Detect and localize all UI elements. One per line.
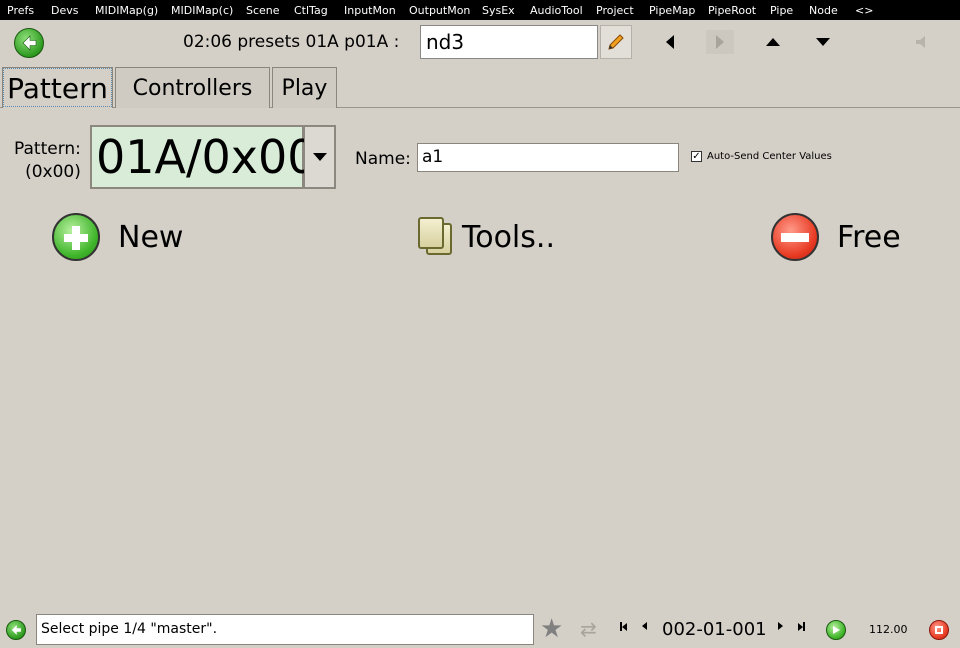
tempo-display: 112.00 [869,623,908,636]
page-title: 02:06 presets 01A p01A : [183,32,400,52]
menu-more[interactable]: <> [855,4,875,17]
tab-bar: Pattern Controllers Play [0,64,960,108]
menu-outputmon[interactable]: OutputMon [409,4,482,17]
skip-to-start-icon[interactable] [620,622,627,631]
down-arrow-icon[interactable] [809,30,837,54]
star-icon[interactable]: ★ [540,616,563,642]
new-label: New [118,219,184,255]
menu-bar: Prefs Devs MIDIMap(g) MIDIMap(c) Scene C… [0,0,960,20]
menu-midimap-c[interactable]: MIDIMap(c) [171,4,246,17]
pencil-icon[interactable] [600,25,632,59]
pattern-name-input[interactable]: a1 [417,143,679,172]
preset-name-field[interactable]: nd3 [420,25,598,59]
tools-label: Tools.. [462,219,555,255]
pattern-label-line2: (0x00) [25,162,81,182]
menu-pipe[interactable]: Pipe [770,4,809,17]
checkbox-icon[interactable]: ✓ [691,151,702,162]
up-arrow-icon[interactable] [759,30,787,54]
pattern-select[interactable]: 01A/0x00 [90,125,317,189]
step-back-icon[interactable] [642,622,647,630]
back-arrow-icon[interactable] [6,620,26,640]
documents-icon [416,217,456,257]
menu-pipemap[interactable]: PipeMap [649,4,708,17]
menu-piperoot[interactable]: PipeRoot [708,4,770,17]
menu-node[interactable]: Node [809,4,855,17]
free-label: Free [837,219,901,255]
stop-icon[interactable] [929,620,949,640]
status-message: Select pipe 1/4 "master". [36,614,534,645]
menu-midimap-g[interactable]: MIDIMap(g) [95,4,171,17]
song-position: 002-01-001 [662,619,767,640]
menu-sysex[interactable]: SysEx [482,4,530,17]
menu-scene[interactable]: Scene [246,4,294,17]
speaker-icon[interactable] [912,32,932,52]
menu-prefs[interactable]: Prefs [7,4,51,17]
menu-ctltag[interactable]: CtlTag [294,4,344,17]
next-arrow-icon[interactable] [706,30,734,54]
name-label: Name: [355,149,411,169]
menu-inputmon[interactable]: InputMon [344,4,409,17]
tab-play[interactable]: Play [272,67,337,108]
minus-icon [771,213,819,261]
tools-button[interactable]: Tools.. [416,212,555,262]
menu-audiotool[interactable]: AudioTool [530,4,596,17]
status-bar: Select pipe 1/4 "master". ★ ⇄ 002-01-001… [0,612,960,648]
new-button[interactable]: New [52,212,183,262]
plus-icon [52,213,100,261]
step-forward-icon[interactable] [778,622,783,630]
free-button[interactable]: Free [771,212,901,262]
autosend-checkbox[interactable]: ✓ Auto-Send Center Values [691,151,832,162]
previous-arrow-icon[interactable] [656,30,684,54]
play-icon[interactable] [826,620,846,640]
autosend-label: Auto-Send Center Values [707,151,832,162]
menu-project[interactable]: Project [596,4,649,17]
pattern-panel: Pattern: (0x00) 01A/0x00 Name: a1 ✓ Auto… [0,108,960,612]
toolbar: 02:06 presets 01A p01A : nd3 [0,20,960,64]
chevron-down-icon[interactable] [304,125,336,189]
pattern-label-line1: Pattern: [14,139,81,159]
back-arrow-icon[interactable] [14,28,44,58]
sync-icon[interactable]: ⇄ [580,618,597,640]
menu-devs[interactable]: Devs [51,4,95,17]
pattern-label: Pattern: (0x00) [14,138,81,184]
skip-to-end-icon[interactable] [798,622,805,631]
tab-pattern[interactable]: Pattern [2,67,113,108]
tab-controllers[interactable]: Controllers [115,67,270,108]
